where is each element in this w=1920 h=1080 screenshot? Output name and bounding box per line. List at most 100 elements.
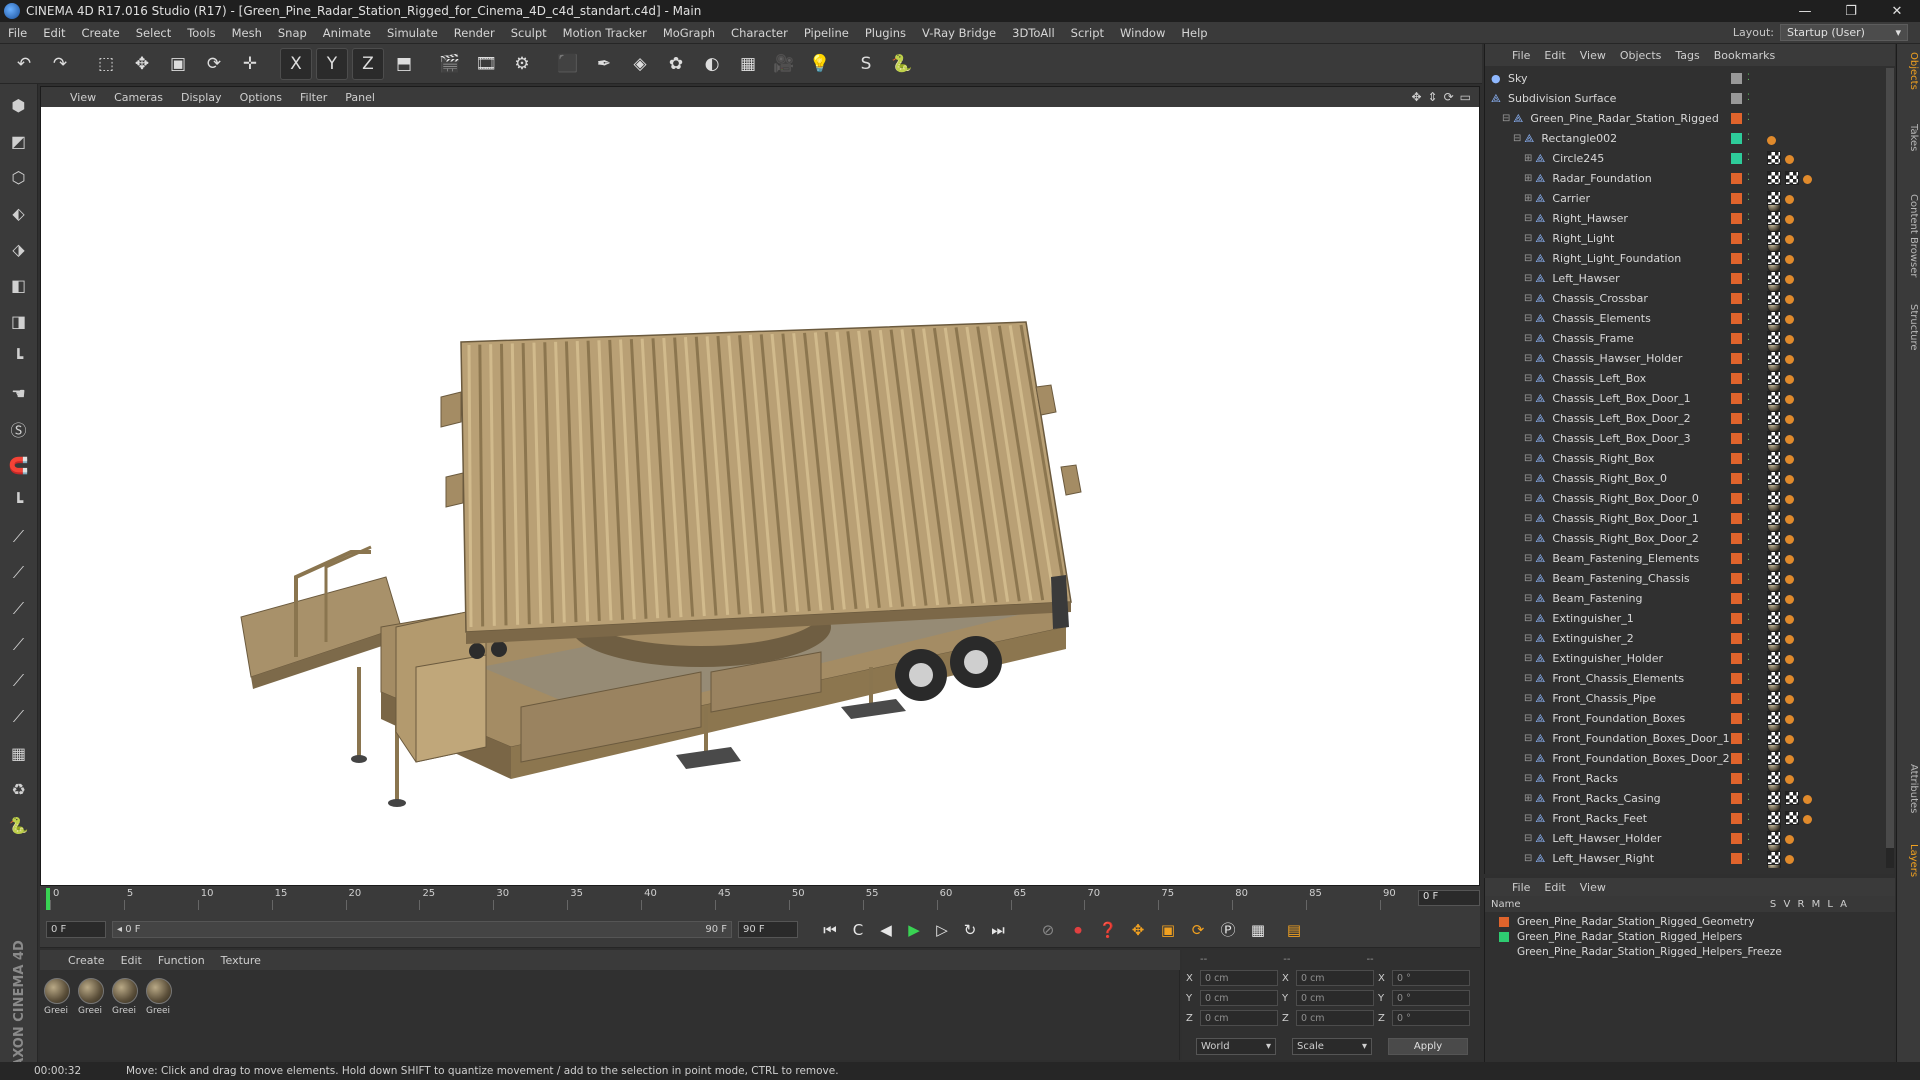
start-frame-field[interactable]: 0 F bbox=[46, 921, 106, 938]
visibility-dots[interactable]: ⁚ bbox=[1747, 213, 1750, 223]
viewport-menu-display[interactable]: Display bbox=[172, 91, 231, 104]
object-row[interactable]: ⊟ ⟁ Chassis_Right_Box_Door_1 ⁚ bbox=[1485, 508, 1885, 553]
uvw-tag-icon[interactable] bbox=[1767, 371, 1781, 385]
left-tool-9-icon[interactable]: Ⓢ bbox=[4, 414, 34, 444]
menu-snap[interactable]: Snap bbox=[270, 26, 315, 40]
go-to-end-icon[interactable]: ⏭ bbox=[986, 918, 1010, 942]
layer-color-swatch[interactable] bbox=[1731, 92, 1742, 104]
object-menu-tags[interactable]: Tags bbox=[1668, 49, 1706, 62]
protection-tag-icon[interactable] bbox=[1785, 355, 1794, 364]
menu-sculpt[interactable]: Sculpt bbox=[503, 26, 555, 40]
object-row[interactable]: ⟁ Subdivision Surface ⁚ bbox=[1485, 88, 1885, 108]
menu-select[interactable]: Select bbox=[128, 26, 179, 40]
left-tool-12-icon[interactable]: ⟋ bbox=[4, 522, 34, 552]
minimize-button[interactable]: — bbox=[1782, 4, 1828, 19]
uvw-tag-icon[interactable] bbox=[1767, 531, 1781, 545]
uvw-tag-icon[interactable] bbox=[1767, 651, 1781, 665]
layer-color-swatch[interactable] bbox=[1731, 792, 1742, 804]
visibility-dots[interactable]: ⁚ bbox=[1747, 393, 1750, 403]
left-tool-18-icon[interactable]: ▦ bbox=[4, 738, 34, 768]
object-row[interactable]: ⊟ ⟁ Chassis_Right_Box_0 ⁚ bbox=[1485, 468, 1885, 513]
go-to-start-icon[interactable]: ⏮ bbox=[818, 918, 842, 942]
protection-tag-icon[interactable] bbox=[1785, 375, 1794, 384]
pen-icon[interactable]: ✒ bbox=[588, 48, 620, 80]
zoom-icon[interactable]: ⇕ bbox=[1428, 90, 1438, 104]
protection-tag-icon[interactable] bbox=[1785, 195, 1794, 204]
protection-tag-icon[interactable] bbox=[1785, 595, 1794, 604]
protection-tag-icon[interactable] bbox=[1785, 555, 1794, 564]
material-menu-function[interactable]: Function bbox=[150, 954, 213, 967]
previous-key-icon[interactable]: C bbox=[846, 918, 870, 942]
visibility-dots[interactable]: ⁚ bbox=[1747, 193, 1750, 203]
visibility-dots[interactable]: ⁚ bbox=[1747, 713, 1750, 723]
visibility-dots[interactable]: ⁚ bbox=[1747, 653, 1750, 663]
object-row[interactable]: ⊟ ⟁ Left_Hawser_Right ⁚ bbox=[1485, 848, 1885, 868]
protection-tag-icon[interactable] bbox=[1785, 455, 1794, 464]
floor-icon[interactable]: ▦ bbox=[732, 48, 764, 80]
uvw-tag-icon[interactable] bbox=[1785, 811, 1799, 825]
layer-color-swatch[interactable] bbox=[1731, 492, 1742, 504]
uvw-tag-icon[interactable] bbox=[1767, 171, 1781, 185]
visibility-dots[interactable]: ⁚ bbox=[1747, 153, 1750, 163]
layer-menu-edit[interactable]: Edit bbox=[1537, 881, 1572, 894]
deformer-icon[interactable]: ◐ bbox=[696, 48, 728, 80]
uvw-tag-icon[interactable] bbox=[1767, 331, 1781, 345]
x-axis-icon[interactable]: X bbox=[280, 47, 312, 80]
protection-tag-icon[interactable] bbox=[1785, 835, 1794, 844]
visibility-dots[interactable]: ⁚ bbox=[1747, 293, 1750, 303]
layer-color-swatch[interactable] bbox=[1731, 452, 1742, 464]
object-row[interactable]: ⊟ ⟁ Chassis_Left_Box ⁚ bbox=[1485, 368, 1885, 413]
visibility-dots[interactable]: ⁚ bbox=[1747, 413, 1750, 423]
protection-tag-icon[interactable] bbox=[1785, 435, 1794, 444]
visibility-dots[interactable]: ⁚ bbox=[1747, 493, 1750, 503]
object-row[interactable]: ⊟ ⟁ Beam_Fastening_Chassis ⁚ bbox=[1485, 568, 1885, 613]
layer-color-swatch[interactable] bbox=[1731, 772, 1742, 784]
uvw-tag-icon[interactable] bbox=[1767, 411, 1781, 425]
material-swatch[interactable]: Greei bbox=[78, 978, 108, 1016]
side-tab-structure[interactable]: Structure bbox=[1899, 304, 1919, 351]
menu-plugins[interactable]: Plugins bbox=[857, 26, 914, 40]
uvw-tag-icon[interactable] bbox=[1767, 571, 1781, 585]
record-icon[interactable]: ⏺ bbox=[1066, 918, 1090, 942]
y-axis-icon[interactable]: Y bbox=[316, 47, 348, 80]
visibility-dots[interactable]: ⁚ bbox=[1747, 313, 1750, 323]
layer-color-swatch[interactable] bbox=[1499, 916, 1509, 927]
object-row[interactable]: ⊟ ⟁ Right_Light_Foundation ⁚ bbox=[1485, 248, 1885, 293]
object-row[interactable]: ⊟ ⟁ Left_Hawser ⁚ bbox=[1485, 268, 1885, 313]
left-tool-17-icon[interactable]: ⟋ bbox=[4, 702, 34, 732]
expand-icon[interactable]: ⊟ bbox=[1524, 253, 1532, 264]
left-tool-15-icon[interactable]: ⟋ bbox=[4, 630, 34, 660]
uvw-tag-icon[interactable] bbox=[1767, 591, 1781, 605]
visibility-dots[interactable]: ⁚ bbox=[1747, 433, 1750, 443]
expand-icon[interactable]: ⊟ bbox=[1502, 113, 1510, 124]
menu-pipeline[interactable]: Pipeline bbox=[796, 26, 857, 40]
protection-tag-icon[interactable] bbox=[1785, 635, 1794, 644]
object-row[interactable]: ⊟ ⟁ Left_Hawser_Holder ⁚ bbox=[1485, 828, 1885, 868]
expand-icon[interactable]: ⊟ bbox=[1524, 553, 1532, 564]
material-swatch[interactable]: Greei bbox=[112, 978, 142, 1016]
left-tool-4-icon[interactable]: ⬗ bbox=[4, 234, 34, 264]
coord-value-field[interactable]: 0 ° bbox=[1392, 970, 1470, 986]
side-tab-layers[interactable]: Layers bbox=[1899, 844, 1919, 877]
object-row[interactable]: ● Sky ⁚ bbox=[1485, 68, 1885, 88]
protection-tag-icon[interactable] bbox=[1785, 675, 1794, 684]
expand-icon[interactable]: ⊟ bbox=[1524, 653, 1532, 664]
viewport-menu-options[interactable]: Options bbox=[231, 91, 291, 104]
camera-icon[interactable]: 🎥 bbox=[768, 48, 800, 80]
protection-tag-icon[interactable] bbox=[1785, 395, 1794, 404]
visibility-dots[interactable]: ⁚ bbox=[1747, 673, 1750, 683]
left-tool-16-icon[interactable]: ⟋ bbox=[4, 666, 34, 696]
uvw-tag-icon[interactable] bbox=[1767, 471, 1781, 485]
protection-tag-icon[interactable] bbox=[1785, 855, 1794, 864]
uvw-tag-icon[interactable] bbox=[1767, 831, 1781, 845]
left-tool-13-icon[interactable]: ⟋ bbox=[4, 558, 34, 588]
coord-value-field[interactable]: 0 ° bbox=[1392, 990, 1470, 1006]
visibility-dots[interactable]: ⁚ bbox=[1747, 173, 1750, 183]
object-row[interactable]: ⊟ ⟁ Right_Hawser ⁚ bbox=[1485, 208, 1885, 253]
expand-icon[interactable]: ⊟ bbox=[1524, 213, 1532, 224]
object-row[interactable]: ⊟ ⟁ Chassis_Right_Box ⁚ bbox=[1485, 448, 1885, 493]
layer-row[interactable]: Green_Pine_Radar_Station_Rigged_Helpers_… bbox=[1485, 944, 1895, 959]
expand-icon[interactable]: ⊟ bbox=[1524, 233, 1532, 244]
visibility-dots[interactable]: ⁚ bbox=[1747, 813, 1750, 823]
protection-tag-icon[interactable] bbox=[1785, 715, 1794, 724]
